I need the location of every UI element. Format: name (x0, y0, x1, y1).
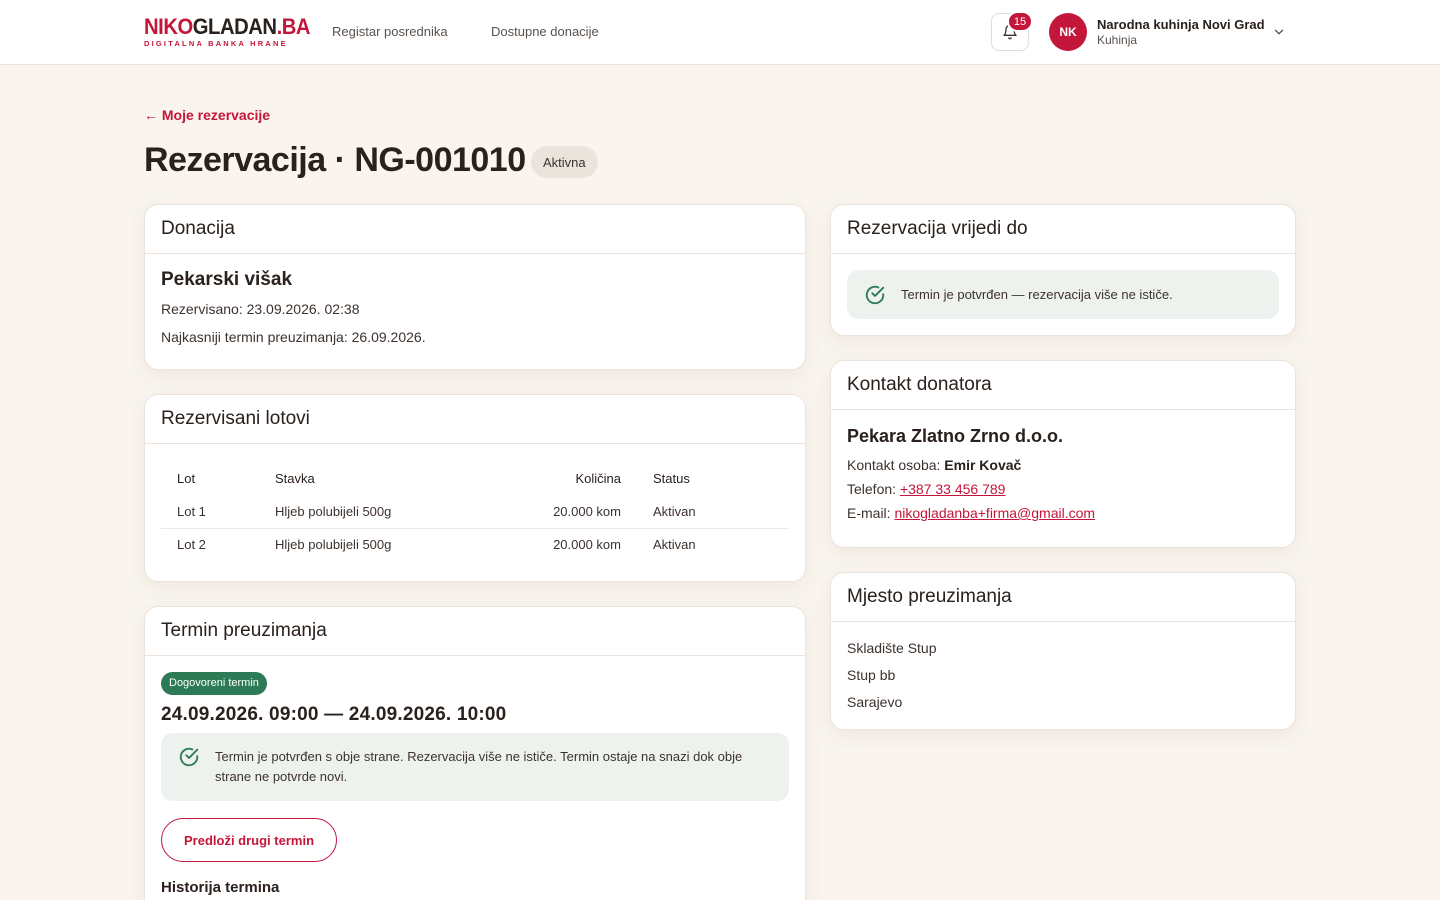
page-title: Rezervacija · NG-001010 (144, 141, 526, 179)
logo-part-gladan: GLADAN (192, 14, 277, 39)
validity-notice: Termin je potvrđen — rezervacija više ne… (847, 270, 1279, 319)
column-header-item: Stavka (275, 470, 315, 486)
donor-company-name: Pekara Zlatno Zrno d.o.o. (847, 426, 1064, 446)
pickup-slot-heading: Termin preuzimanja (145, 607, 805, 656)
nav-registar-posrednika[interactable]: Registar posrednika (332, 24, 448, 39)
logo[interactable]: NIKOGLADAN.BA DIGITALNA BANKA HRANE (144, 16, 325, 48)
pickup-location-card: Mjesto preuzimanja Skladište Stup Stup b… (830, 572, 1296, 730)
item-cell: Hljeb polubijeli 500g (259, 527, 489, 561)
user-name: Narodna kuhinja Novi Grad (1097, 17, 1265, 32)
email-line: E-mail: nikogladanba+firma@gmail.com (847, 505, 1279, 521)
status-cell: Aktivan (653, 503, 696, 519)
phone-line: Telefon: +387 33 456 789 (847, 481, 1279, 497)
validity-text: Termin je potvrđen — rezervacija više ne… (901, 286, 1173, 302)
logo-tagline: DIGITALNA BANKA HRANE (144, 39, 288, 48)
pickup-slot-card: Termin preuzimanja Dogovoreni termin 24.… (144, 606, 806, 900)
pickup-deadline: Najkasniji termin preuzimanja: 26.09.202… (161, 329, 426, 345)
chevron-down-icon[interactable] (1272, 25, 1286, 39)
slot-confirmed-text: Termin je potvrđen s obje strane. Rezerv… (215, 749, 743, 784)
donation-title: Pekarski višak (161, 269, 293, 290)
pickup-slot-range: 24.09.2026. 09:00 — 24.09.2026. 10:00 (161, 704, 507, 725)
quantity-cell: 20.000 kom (553, 503, 621, 519)
top-header: NIKOGLADAN.BA DIGITALNA BANKA HRANE Regi… (0, 0, 1440, 65)
location-line: Sarajevo (847, 694, 903, 710)
table-row: Lot 2 Hljeb polubijeli 500g 20.000 kom A… (161, 527, 789, 561)
quantity-cell: 20.000 kom (489, 527, 637, 561)
validity-heading: Rezervacija vrijedi do (831, 205, 1295, 254)
pickup-location-heading: Mjesto preuzimanja (831, 573, 1295, 622)
notification-count-badge: 15 (1007, 11, 1033, 32)
contact-person-label: Kontakt osoba: (847, 457, 941, 473)
column-header-status: Status (653, 470, 690, 486)
contact-person-line: Kontakt osoba: Emir Kovač (847, 457, 1279, 473)
reserved-date: Rezervisano: 23.09.2026. 02:38 (161, 301, 360, 317)
donor-contact-heading: Kontakt donatora (831, 361, 1295, 410)
email-label: E-mail: (847, 505, 891, 521)
location-line: Skladište Stup (847, 640, 937, 656)
agreed-slot-tag: Dogovoreni termin (161, 672, 267, 695)
avatar[interactable]: NK (1049, 13, 1087, 51)
contact-person-name: Emir Kovač (944, 457, 1022, 473)
validity-card: Rezervacija vrijedi do Termin je potvrđe… (830, 204, 1296, 336)
slot-history-heading: Historija termina (161, 879, 280, 896)
slot-confirmed-notice: Termin je potvrđen s obje strane. Rezerv… (161, 733, 789, 801)
logo-part-ba: .BA (276, 14, 311, 39)
donor-contact-card: Kontakt donatora Pekara Zlatno Zrno d.o.… (830, 360, 1296, 548)
email-link[interactable]: nikogladanba+firma@gmail.com (894, 505, 1095, 521)
table-row: Lot 1 Hljeb polubijeli 500g 20.000 kom A… (161, 495, 789, 528)
column-header-quantity: Količina (575, 470, 621, 486)
lots-table: Lot Stavka Količina Status Lot 1 Hljeb p… (161, 461, 789, 561)
check-circle-icon (179, 747, 199, 767)
lot-cell: Lot 2 (161, 527, 259, 561)
propose-other-slot-button[interactable]: Predloži drugi termin (161, 818, 338, 862)
phone-label: Telefon: (847, 481, 897, 497)
donation-card-heading: Donacija (145, 205, 805, 254)
donation-card: Donacija Pekarski višak Rezervisano: 23.… (144, 204, 806, 370)
nav-dostupne-donacije[interactable]: Dostupne donacije (491, 24, 599, 39)
lot-cell: Lot 1 (177, 503, 206, 519)
back-to-reservations-link[interactable]: ← Moje rezervacije (144, 107, 270, 123)
logo-part-niko: NIKO (144, 14, 193, 39)
location-line: Stup bb (847, 667, 896, 683)
user-role: Kuhinja (1097, 33, 1138, 47)
item-cell: Hljeb polubijeli 500g (275, 503, 392, 519)
status-badge: Aktivna (531, 146, 598, 178)
reserved-lots-heading: Rezervisani lotovi (145, 395, 805, 444)
status-cell: Aktivan (637, 527, 789, 561)
check-circle-icon (865, 285, 885, 304)
reserved-lots-card: Rezervisani lotovi Lot Stavka Količina S… (144, 394, 806, 582)
phone-link[interactable]: +387 33 456 789 (900, 481, 1006, 497)
column-header-lot: Lot (177, 470, 196, 486)
